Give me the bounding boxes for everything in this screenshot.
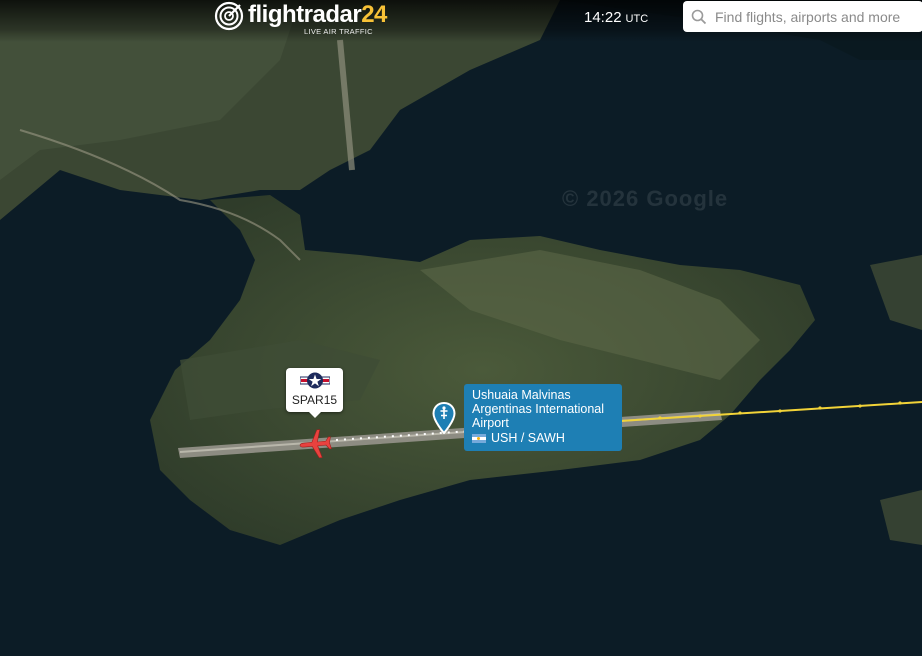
flight-label-spar15[interactable]: SPAR15 bbox=[286, 368, 343, 418]
airport-codes: USH / SAWH bbox=[491, 431, 565, 445]
top-bar: flightradar24 LIVE AIR TRAFFIC 14:22 UTC bbox=[0, 0, 922, 42]
clock-time: 14:22 bbox=[584, 9, 622, 26]
search-input[interactable] bbox=[713, 7, 917, 26]
search-box[interactable] bbox=[683, 1, 922, 32]
search-icon bbox=[691, 9, 707, 24]
radar-logo-icon bbox=[214, 1, 244, 31]
airplane-icon[interactable] bbox=[298, 426, 334, 462]
airport-name: Ushuaia Malvinas Argentinas Internationa… bbox=[472, 388, 605, 430]
airport-pin-icon[interactable] bbox=[432, 402, 456, 434]
airport-label-ush[interactable]: Ushuaia Malvinas Argentinas Internationa… bbox=[464, 384, 622, 451]
flightradar24-logo[interactable]: flightradar24 LIVE AIR TRAFFIC bbox=[214, 0, 387, 40]
argentina-flag-icon bbox=[472, 433, 486, 443]
clock-zone: UTC bbox=[625, 13, 649, 25]
flight-callsign: SPAR15 bbox=[291, 393, 338, 407]
map-watermark: © 2026 Google bbox=[562, 186, 729, 211]
logo-name: flightradar24 bbox=[248, 1, 387, 28]
us-air-force-roundel-icon bbox=[299, 372, 330, 389]
utc-clock: 14:22 UTC bbox=[584, 9, 648, 26]
satellite-map[interactable] bbox=[0, 0, 922, 656]
